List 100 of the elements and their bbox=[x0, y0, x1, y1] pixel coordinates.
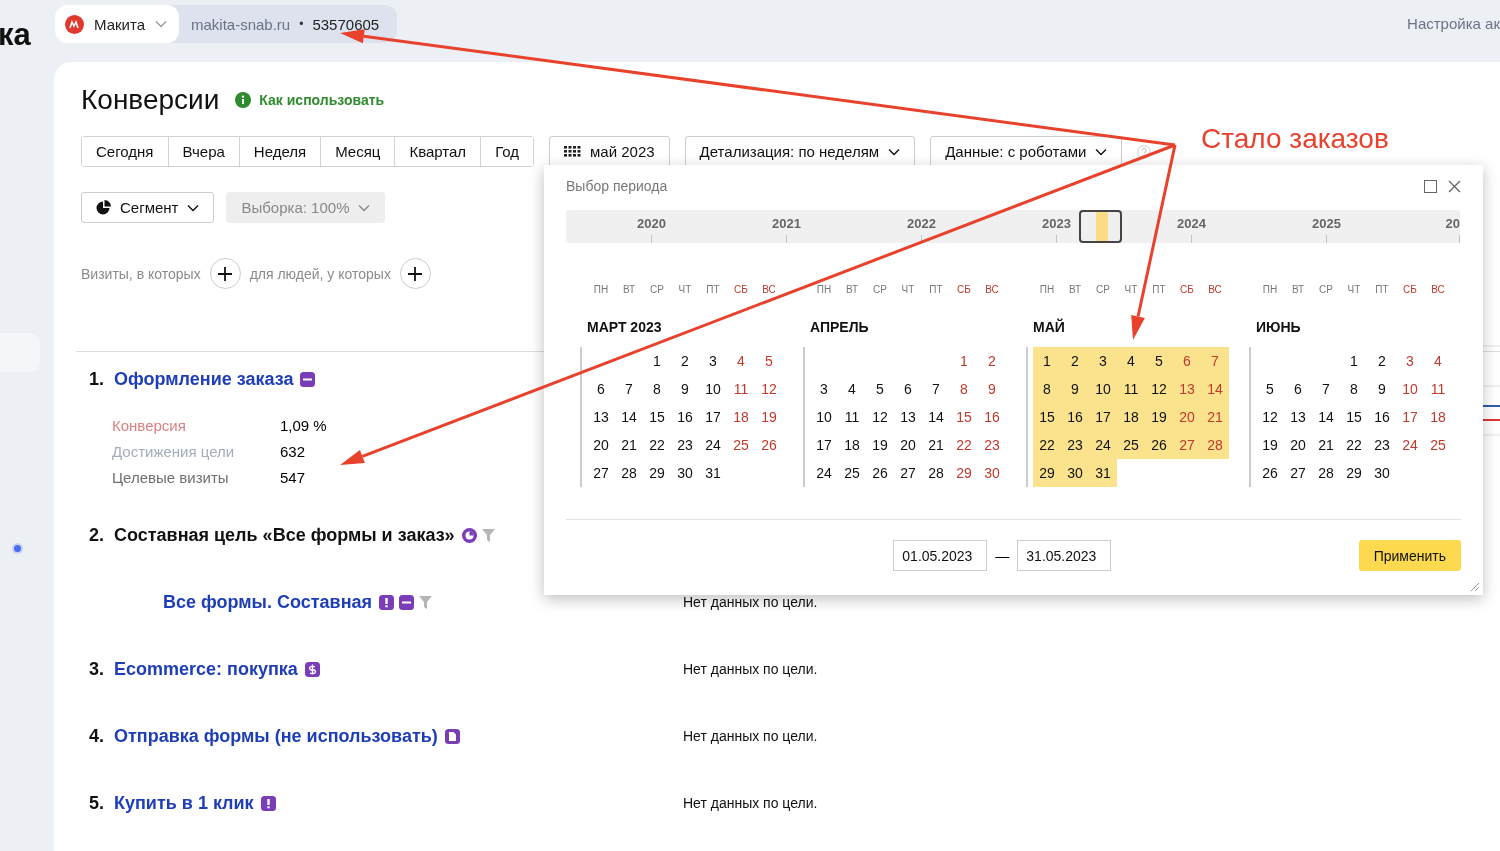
account-selector[interactable]: Макита bbox=[55, 5, 179, 43]
day-cell[interactable]: 2 bbox=[1368, 347, 1396, 375]
day-cell[interactable]: 29 bbox=[950, 459, 978, 487]
day-cell[interactable]: 30 bbox=[671, 459, 699, 487]
day-cell[interactable]: 24 bbox=[1396, 431, 1424, 459]
day-cell[interactable]: 5 bbox=[1256, 375, 1284, 403]
day-cell[interactable]: 24 bbox=[1089, 431, 1117, 459]
day-cell[interactable]: 17 bbox=[1089, 403, 1117, 431]
day-cell[interactable]: 10 bbox=[1089, 375, 1117, 403]
day-cell[interactable]: 13 bbox=[1173, 375, 1201, 403]
day-cell[interactable]: 13 bbox=[894, 403, 922, 431]
day-cell[interactable]: 4 bbox=[727, 347, 755, 375]
day-cell[interactable]: 7 bbox=[615, 375, 643, 403]
day-cell[interactable]: 23 bbox=[671, 431, 699, 459]
resize-handle-icon[interactable] bbox=[1471, 583, 1479, 591]
day-cell[interactable]: 10 bbox=[810, 403, 838, 431]
day-cell[interactable]: 4 bbox=[1424, 347, 1452, 375]
day-cell[interactable]: 7 bbox=[1312, 375, 1340, 403]
day-cell[interactable]: 14 bbox=[615, 403, 643, 431]
day-cell[interactable]: 28 bbox=[1312, 459, 1340, 487]
day-cell[interactable]: 2 bbox=[671, 347, 699, 375]
day-cell[interactable]: 17 bbox=[1396, 403, 1424, 431]
goal-link[interactable]: Все формы. Составная bbox=[163, 591, 373, 613]
day-cell[interactable]: 24 bbox=[699, 431, 727, 459]
day-cell[interactable]: 29 bbox=[643, 459, 671, 487]
day-cell[interactable]: 17 bbox=[810, 431, 838, 459]
day-cell[interactable]: 1 bbox=[950, 347, 978, 375]
day-cell[interactable]: 1 bbox=[1033, 347, 1061, 375]
day-cell[interactable]: 26 bbox=[755, 431, 783, 459]
day-cell[interactable]: 1 bbox=[1340, 347, 1368, 375]
detail-dropdown[interactable]: Детализация: по неделям bbox=[684, 136, 916, 167]
day-cell[interactable]: 18 bbox=[838, 431, 866, 459]
day-cell[interactable]: 15 bbox=[1340, 403, 1368, 431]
segment-button[interactable]: Сегмент bbox=[81, 192, 215, 223]
day-cell[interactable]: 15 bbox=[643, 403, 671, 431]
day-cell[interactable]: 26 bbox=[866, 459, 894, 487]
period-button[interactable]: Сегодня bbox=[82, 137, 169, 166]
day-cell[interactable]: 3 bbox=[810, 375, 838, 403]
day-cell[interactable]: 3 bbox=[1089, 347, 1117, 375]
day-cell[interactable]: 19 bbox=[755, 403, 783, 431]
day-cell[interactable]: 20 bbox=[1173, 403, 1201, 431]
help-link[interactable]: Как использовать bbox=[259, 92, 385, 108]
day-cell[interactable]: 30 bbox=[1368, 459, 1396, 487]
day-cell[interactable]: 16 bbox=[1368, 403, 1396, 431]
day-cell[interactable]: 12 bbox=[755, 375, 783, 403]
day-cell[interactable]: 23 bbox=[1368, 431, 1396, 459]
day-cell[interactable]: 11 bbox=[838, 403, 866, 431]
day-cell[interactable]: 15 bbox=[1033, 403, 1061, 431]
day-cell[interactable]: 19 bbox=[1145, 403, 1173, 431]
day-cell[interactable]: 16 bbox=[671, 403, 699, 431]
day-cell[interactable]: 24 bbox=[810, 459, 838, 487]
day-cell[interactable]: 26 bbox=[1256, 459, 1284, 487]
day-cell[interactable]: 8 bbox=[1033, 375, 1061, 403]
day-cell[interactable]: 5 bbox=[1145, 347, 1173, 375]
day-cell[interactable]: 3 bbox=[1396, 347, 1424, 375]
day-cell[interactable]: 14 bbox=[1312, 403, 1340, 431]
day-cell[interactable]: 8 bbox=[1340, 375, 1368, 403]
day-cell[interactable]: 10 bbox=[699, 375, 727, 403]
day-cell[interactable]: 20 bbox=[1284, 431, 1312, 459]
day-cell[interactable]: 16 bbox=[978, 403, 1006, 431]
day-cell[interactable]: 31 bbox=[1089, 459, 1117, 487]
day-cell[interactable]: 7 bbox=[1201, 347, 1229, 375]
data-dropdown[interactable]: Данные: с роботами bbox=[930, 136, 1123, 167]
apply-button[interactable]: Применить bbox=[1358, 540, 1461, 571]
date-button[interactable]: май 2023 bbox=[549, 136, 670, 167]
day-cell[interactable]: 21 bbox=[922, 431, 950, 459]
day-cell[interactable]: 11 bbox=[1424, 375, 1452, 403]
day-cell[interactable]: 18 bbox=[1117, 403, 1145, 431]
day-cell[interactable]: 18 bbox=[1424, 403, 1452, 431]
day-cell[interactable]: 20 bbox=[894, 431, 922, 459]
day-cell[interactable]: 29 bbox=[1340, 459, 1368, 487]
day-cell[interactable]: 11 bbox=[727, 375, 755, 403]
day-cell[interactable]: 8 bbox=[950, 375, 978, 403]
day-cell[interactable]: 22 bbox=[643, 431, 671, 459]
day-cell[interactable]: 21 bbox=[1312, 431, 1340, 459]
day-cell[interactable]: 29 bbox=[1033, 459, 1061, 487]
day-cell[interactable]: 17 bbox=[699, 403, 727, 431]
maximize-icon[interactable] bbox=[1424, 179, 1437, 193]
goal-link[interactable]: Ecommerce: покупка bbox=[114, 658, 298, 680]
day-cell[interactable]: 3 bbox=[699, 347, 727, 375]
day-cell[interactable]: 30 bbox=[978, 459, 1006, 487]
day-cell[interactable]: 1 bbox=[643, 347, 671, 375]
day-cell[interactable]: 7 bbox=[922, 375, 950, 403]
day-cell[interactable]: 12 bbox=[866, 403, 894, 431]
settings-link[interactable]: Настройка ак bbox=[1407, 15, 1500, 32]
day-cell[interactable]: 20 bbox=[587, 431, 615, 459]
day-cell[interactable]: 2 bbox=[978, 347, 1006, 375]
day-cell[interactable]: 4 bbox=[1117, 347, 1145, 375]
day-cell[interactable]: 13 bbox=[587, 403, 615, 431]
day-cell[interactable]: 25 bbox=[838, 459, 866, 487]
day-cell[interactable]: 21 bbox=[1201, 403, 1229, 431]
day-cell[interactable]: 5 bbox=[866, 375, 894, 403]
day-cell[interactable]: 25 bbox=[1117, 431, 1145, 459]
day-cell[interactable]: 8 bbox=[643, 375, 671, 403]
day-cell[interactable]: 26 bbox=[1145, 431, 1173, 459]
day-cell[interactable]: 18 bbox=[727, 403, 755, 431]
day-cell[interactable]: 30 bbox=[1061, 459, 1089, 487]
day-cell[interactable]: 27 bbox=[1173, 431, 1201, 459]
day-cell[interactable]: 16 bbox=[1061, 403, 1089, 431]
day-cell[interactable]: 31 bbox=[699, 459, 727, 487]
